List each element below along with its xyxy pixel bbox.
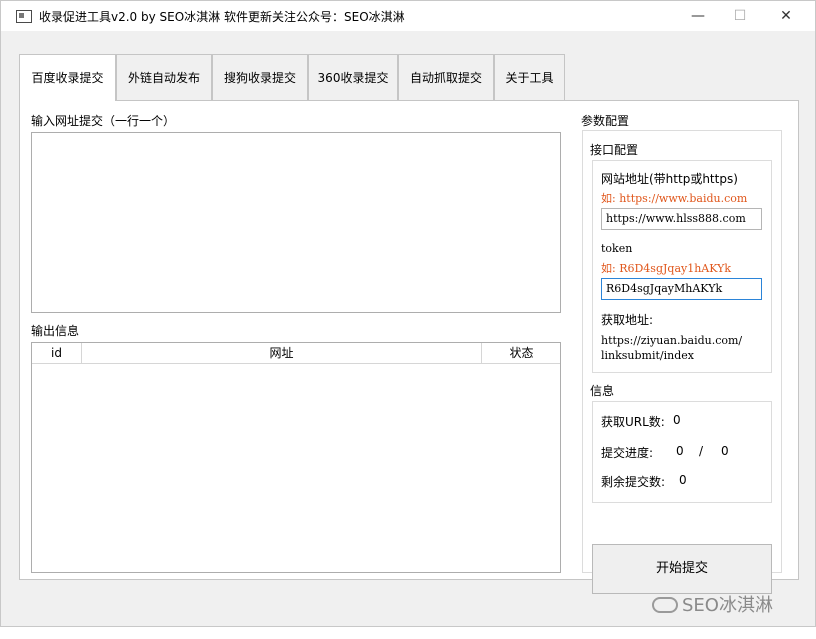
progress-label: 提交进度: xyxy=(601,446,654,460)
site-url-hint: 如: https://www.baidu.com xyxy=(601,192,748,205)
remaining-value: 0 xyxy=(679,473,687,487)
url-count-value: 0 xyxy=(673,413,681,427)
info-group: 获取URL数: 0 提交进度: 0 / 0 剩余提交数: 0 xyxy=(592,401,772,503)
remaining-label: 剩余提交数: xyxy=(601,475,666,489)
minimize-button[interactable]: — xyxy=(675,1,721,31)
watermark: SEO冰淇淋 xyxy=(652,591,773,617)
progress-separator: / xyxy=(699,444,704,458)
app-window: 收录促进工具v2.0 by SEO冰淇淋 软件更新关注公众号：SEO冰淇淋 — … xyxy=(0,0,816,627)
tab-auto-crawl-submit[interactable]: 自动抓取提交 xyxy=(398,54,494,100)
token-input[interactable]: R6D4sgJqayMhAKYk xyxy=(601,278,762,300)
tab-about[interactable]: 关于工具 xyxy=(494,54,565,100)
start-submit-button[interactable]: 开始提交 xyxy=(592,544,772,594)
tab-panel: 输入网址提交（一行一个） 输出信息 id 网址 状态 参数配置 接口配置 网站地… xyxy=(19,100,799,594)
api-config-title: 接口配置 xyxy=(590,143,639,157)
url-count-label: 获取URL数: xyxy=(601,415,665,429)
tab-sogou-submit[interactable]: 搜狗收录提交 xyxy=(212,54,308,100)
fetch-url-line2: linksubmit/index xyxy=(601,349,694,362)
token-hint: 如: R6D4sgJqay1hAKYk xyxy=(601,262,732,275)
fetch-url-label: 获取地址: xyxy=(601,313,654,327)
info-title: 信息 xyxy=(590,384,615,398)
api-config-group: 网站地址(带http或https) 如: https://www.baidu.c… xyxy=(592,160,772,373)
column-header-status[interactable]: 状态 xyxy=(482,343,561,363)
params-group: 接口配置 网站地址(带http或https) 如: https://www.ba… xyxy=(582,130,782,594)
column-header-id[interactable]: id xyxy=(32,343,82,363)
column-header-url[interactable]: 网址 xyxy=(82,343,482,363)
app-icon xyxy=(16,10,32,23)
tab-360-submit[interactable]: 360收录提交 xyxy=(308,54,398,100)
window-title: 收录促进工具v2.0 by SEO冰淇淋 软件更新关注公众号：SEO冰淇淋 xyxy=(39,10,405,24)
progress-total: 0 xyxy=(721,444,729,458)
tab-backlink-publish[interactable]: 外链自动发布 xyxy=(116,54,212,100)
maximize-button[interactable]: ☐ xyxy=(717,1,763,31)
wechat-icon xyxy=(652,597,678,613)
url-input-label: 输入网址提交（一行一个） xyxy=(31,114,176,128)
fetch-url-line1: https://ziyuan.baidu.com/ xyxy=(601,334,743,347)
table-header: id 网址 状态 xyxy=(32,343,560,364)
watermark-text: SEO冰淇淋 xyxy=(682,595,773,616)
tab-baidu-submit[interactable]: 百度收录提交 xyxy=(19,54,116,101)
output-table: id 网址 状态 xyxy=(31,342,561,573)
output-label: 输出信息 xyxy=(31,324,80,338)
progress-done: 0 xyxy=(676,444,684,458)
url-input-textarea[interactable] xyxy=(31,132,561,313)
params-section-title: 参数配置 xyxy=(581,114,630,128)
title-bar: 收录促进工具v2.0 by SEO冰淇淋 软件更新关注公众号：SEO冰淇淋 — … xyxy=(1,1,815,31)
token-label: token xyxy=(601,242,633,255)
close-button[interactable]: ✕ xyxy=(763,1,809,31)
site-url-label: 网站地址(带http或https) xyxy=(601,172,738,186)
site-url-input[interactable]: https://www.hlss888.com xyxy=(601,208,762,230)
